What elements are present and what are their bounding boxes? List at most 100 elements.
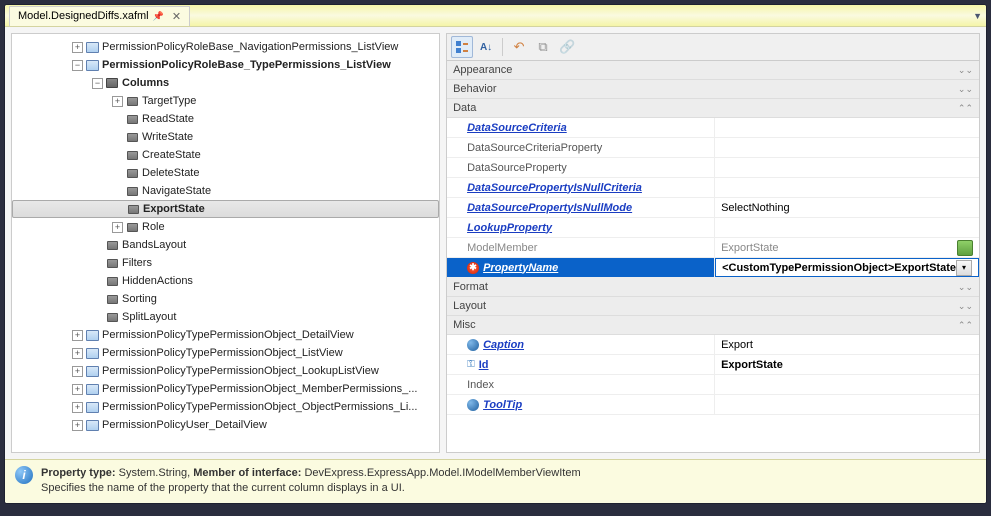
- expander-icon[interactable]: −: [72, 60, 83, 71]
- tree-item[interactable]: +PermissionPolicyRoleBase_NavigationPerm…: [12, 38, 439, 56]
- property-row[interactable]: ⚿IdExportState: [447, 355, 979, 375]
- expander-icon[interactable]: +: [72, 420, 83, 431]
- tree-item[interactable]: BandsLayout: [12, 236, 439, 254]
- property-row[interactable]: ToolTip: [447, 395, 979, 415]
- tree-label: PermissionPolicyTypePermissionObject_Lis…: [102, 347, 343, 359]
- expander-icon[interactable]: +: [112, 222, 123, 233]
- tree-item[interactable]: NavigateState: [12, 182, 439, 200]
- item-icon: [126, 203, 140, 215]
- expander-icon[interactable]: +: [72, 384, 83, 395]
- property-grid[interactable]: Appearance ⌄⌄ Behavior ⌄⌄ Data ⌃⌃ DataSo…: [446, 61, 980, 453]
- property-row[interactable]: ModelMemberExportState: [447, 238, 979, 258]
- property-value[interactable]: [715, 138, 979, 157]
- expander-icon[interactable]: +: [112, 96, 123, 107]
- tree-item[interactable]: Filters: [12, 254, 439, 272]
- tree-item[interactable]: +PermissionPolicyTypePermissionObject_Lo…: [12, 362, 439, 380]
- tree-item[interactable]: DeleteState: [12, 164, 439, 182]
- category-data[interactable]: Data ⌃⌃: [447, 99, 979, 118]
- list-icon: [85, 383, 99, 395]
- property-value[interactable]: [715, 178, 979, 197]
- property-value[interactable]: ExportState: [715, 355, 979, 374]
- footer-text: Property type: System.String, Member of …: [41, 466, 581, 497]
- tab-title: Model.DesignedDiffs.xafml: [18, 10, 149, 22]
- property-value[interactable]: <CustomTypePermissionObject>ExportState▾: [715, 258, 979, 277]
- tree-item[interactable]: ExportState: [12, 200, 439, 218]
- list-icon: [85, 419, 99, 431]
- category-appearance[interactable]: Appearance ⌄⌄: [447, 61, 979, 80]
- property-value[interactable]: SelectNothing: [715, 198, 979, 217]
- tree-panel[interactable]: +PermissionPolicyRoleBase_NavigationPerm…: [11, 33, 440, 453]
- document-tab[interactable]: Model.DesignedDiffs.xafml 📌 ✕: [9, 6, 190, 26]
- property-value[interactable]: Export: [715, 335, 979, 354]
- tree-item[interactable]: + PermissionPolicyTypePermissionObject_Li…: [12, 344, 439, 362]
- expander-icon[interactable]: −: [92, 78, 103, 89]
- tree-item[interactable]: WriteState: [12, 128, 439, 146]
- expander-icon[interactable]: +: [72, 330, 83, 341]
- item-icon: [105, 275, 119, 287]
- property-value[interactable]: ExportState: [715, 238, 979, 257]
- list-icon: [85, 347, 99, 359]
- property-value[interactable]: [715, 375, 979, 394]
- item-icon: [125, 113, 139, 125]
- tree-item[interactable]: −Columns: [12, 74, 439, 92]
- category-format[interactable]: Format ⌄⌄: [447, 278, 979, 297]
- expander-icon[interactable]: +: [72, 402, 83, 413]
- property-name: ModelMember: [447, 238, 715, 257]
- property-name: ⚿Id: [447, 355, 715, 374]
- item-icon: [125, 167, 139, 179]
- list-icon: [85, 401, 99, 413]
- tree-item[interactable]: Sorting: [12, 290, 439, 308]
- category-behavior[interactable]: Behavior ⌄⌄: [447, 80, 979, 99]
- property-value[interactable]: [715, 395, 979, 414]
- property-row[interactable]: DataSourceCriteriaProperty: [447, 138, 979, 158]
- property-row[interactable]: ✱PropertyName<CustomTypePermissionObject…: [447, 258, 979, 278]
- expander-icon[interactable]: +: [72, 348, 83, 359]
- tree-item[interactable]: ReadState: [12, 110, 439, 128]
- property-row[interactable]: LookupProperty: [447, 218, 979, 238]
- property-name: Caption: [447, 335, 715, 354]
- property-value[interactable]: [715, 118, 979, 137]
- copy-button[interactable]: ⧉: [532, 36, 554, 58]
- tree-item[interactable]: +PermissionPolicyTypePermissionObject_Me…: [12, 380, 439, 398]
- tree-item[interactable]: −PermissionPolicyRoleBase_TypePermission…: [12, 56, 439, 74]
- tree-item[interactable]: +PermissionPolicyTypePermissionObject_De…: [12, 326, 439, 344]
- navigate-button[interactable]: [957, 240, 973, 256]
- tree-item[interactable]: HiddenActions: [12, 272, 439, 290]
- property-name: DataSourceCriteriaProperty: [447, 138, 715, 157]
- close-icon[interactable]: ✕: [172, 10, 181, 23]
- tree-label: HiddenActions: [122, 275, 193, 287]
- property-name: ToolTip: [447, 395, 715, 414]
- property-row[interactable]: DataSourceProperty: [447, 158, 979, 178]
- tree-label: WriteState: [142, 131, 193, 143]
- expander-icon[interactable]: +: [72, 42, 83, 53]
- categorized-button[interactable]: [451, 36, 473, 58]
- property-row[interactable]: Index: [447, 375, 979, 395]
- tree-item[interactable]: +TargetType: [12, 92, 439, 110]
- alphabetical-button[interactable]: A↓: [475, 36, 497, 58]
- tree-item[interactable]: +Role: [12, 218, 439, 236]
- globe-icon: [467, 339, 479, 351]
- expander-icon[interactable]: +: [72, 366, 83, 377]
- dropdown-button[interactable]: ▾: [956, 260, 972, 276]
- property-name: Index: [447, 375, 715, 394]
- property-row[interactable]: DataSourceCriteria: [447, 118, 979, 138]
- tree-item[interactable]: +PermissionPolicyTypePermissionObject_Ob…: [12, 398, 439, 416]
- category-misc[interactable]: Misc ⌃⌃: [447, 316, 979, 335]
- tree-item[interactable]: SplitLayout: [12, 308, 439, 326]
- window-menu-icon[interactable]: ▼: [973, 11, 982, 21]
- category-layout[interactable]: Layout ⌄⌄: [447, 297, 979, 316]
- tree-item[interactable]: +PermissionPolicyUser_DetailView: [12, 416, 439, 434]
- property-row[interactable]: DataSourcePropertyIsNullModeSelectNothin…: [447, 198, 979, 218]
- tree-item[interactable]: CreateState: [12, 146, 439, 164]
- property-row[interactable]: DataSourcePropertyIsNullCriteria: [447, 178, 979, 198]
- item-icon: [105, 293, 119, 305]
- undo-button[interactable]: ↶: [508, 36, 530, 58]
- property-value[interactable]: [715, 218, 979, 237]
- tree-label: SplitLayout: [122, 311, 176, 323]
- property-name: DataSourcePropertyIsNullMode: [447, 198, 715, 217]
- link-button[interactable]: 🔗: [556, 36, 578, 58]
- pin-icon[interactable]: 📌: [153, 11, 164, 22]
- chevron-down-icon: ⌄⌄: [958, 282, 973, 293]
- property-value[interactable]: [715, 158, 979, 177]
- property-row[interactable]: CaptionExport: [447, 335, 979, 355]
